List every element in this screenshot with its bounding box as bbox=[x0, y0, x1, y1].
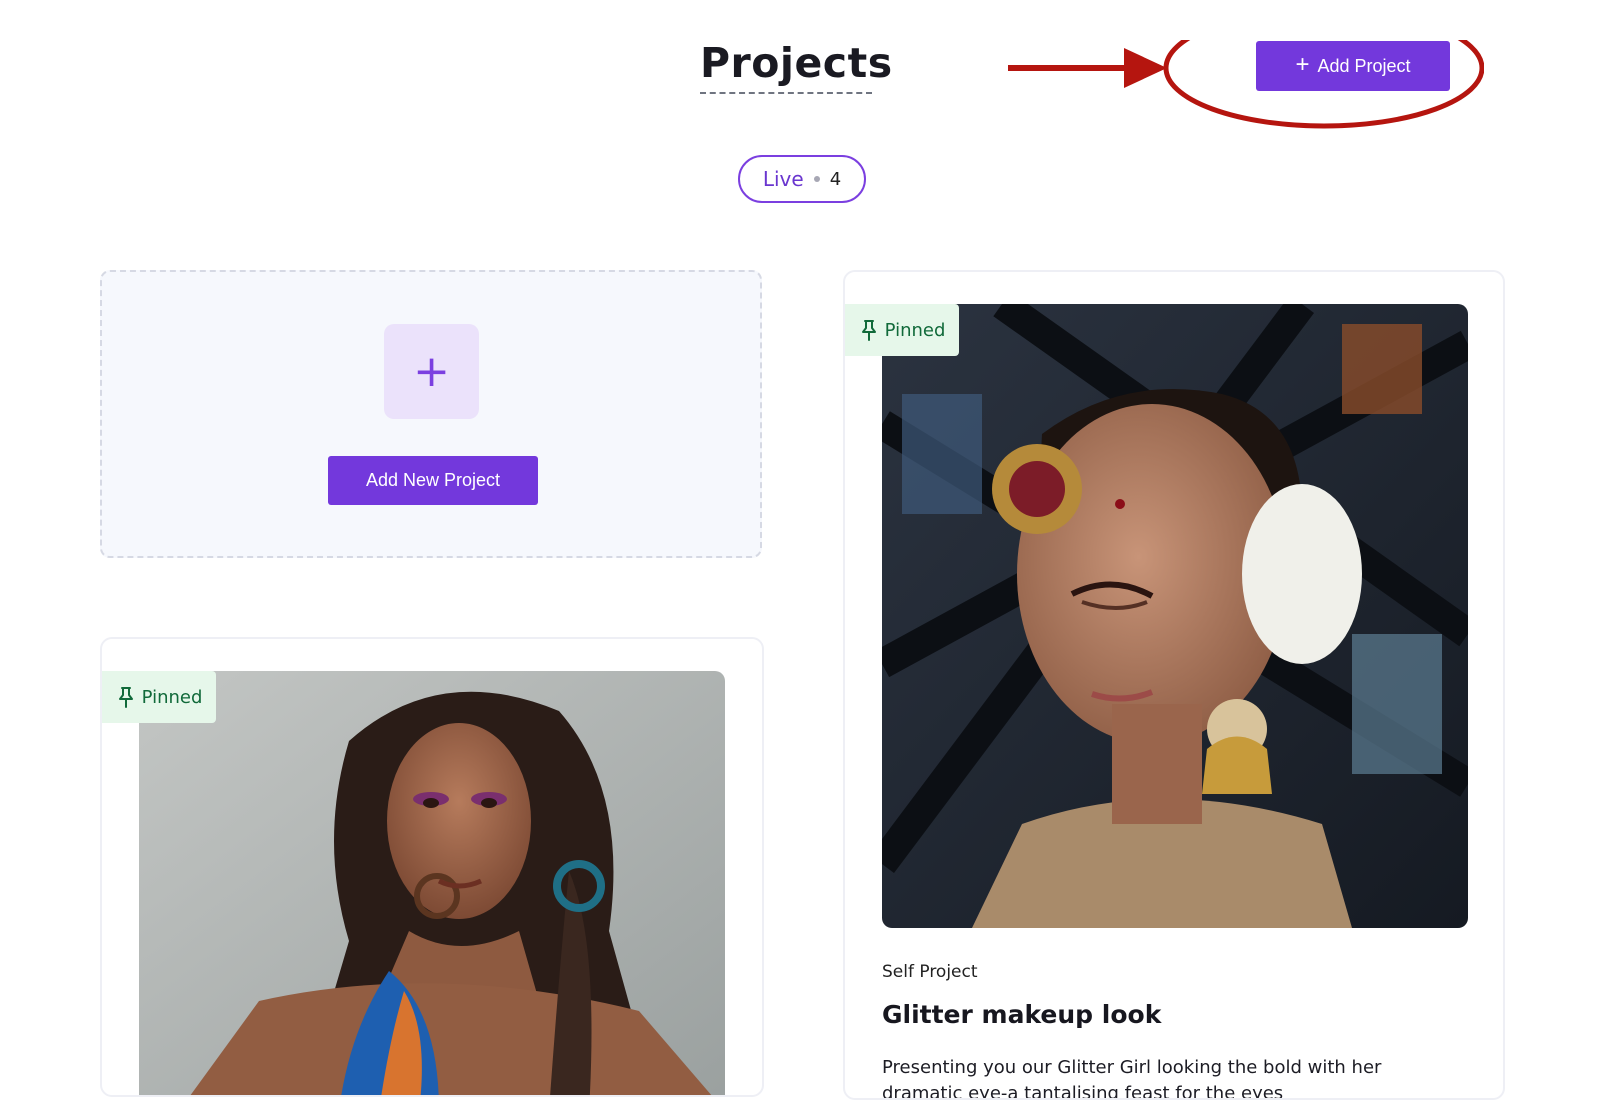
pinned-badge: Pinned bbox=[845, 304, 959, 356]
project-card[interactable]: Pinned bbox=[100, 637, 764, 1097]
pinned-label: Pinned bbox=[141, 686, 203, 708]
pinned-badge: Pinned bbox=[102, 671, 216, 723]
project-image[interactable] bbox=[139, 671, 725, 1095]
project-description: Presenting you our Glitter Girl looking … bbox=[882, 1057, 1382, 1100]
project-type: Self Project bbox=[882, 962, 978, 982]
add-new-project-button[interactable]: Add New Project bbox=[328, 456, 538, 505]
add-new-project-card: + Add New Project bbox=[100, 270, 762, 558]
plus-icon: + bbox=[413, 345, 450, 397]
project-image[interactable] bbox=[882, 304, 1468, 928]
pin-icon bbox=[118, 687, 133, 708]
filter-count: 4 bbox=[829, 168, 842, 190]
filter-label: Live bbox=[762, 167, 804, 191]
dot-separator bbox=[813, 176, 820, 182]
project-card[interactable]: Pinned bbox=[843, 270, 1505, 1100]
live-filter-pill[interactable]: Live 4 bbox=[738, 155, 866, 203]
plus-icon: + bbox=[1295, 51, 1310, 78]
project-title[interactable]: Glitter makeup look bbox=[882, 1000, 1161, 1029]
portrait-image bbox=[139, 671, 725, 1095]
pin-icon bbox=[861, 320, 876, 341]
portrait-image bbox=[882, 304, 1468, 928]
add-project-tile[interactable]: + bbox=[384, 324, 479, 419]
add-project-button[interactable]: + Add Project bbox=[1256, 41, 1450, 91]
page-title: Projects bbox=[700, 38, 892, 94]
pinned-label: Pinned bbox=[884, 319, 946, 341]
add-project-label: Add Project bbox=[1317, 55, 1411, 76]
